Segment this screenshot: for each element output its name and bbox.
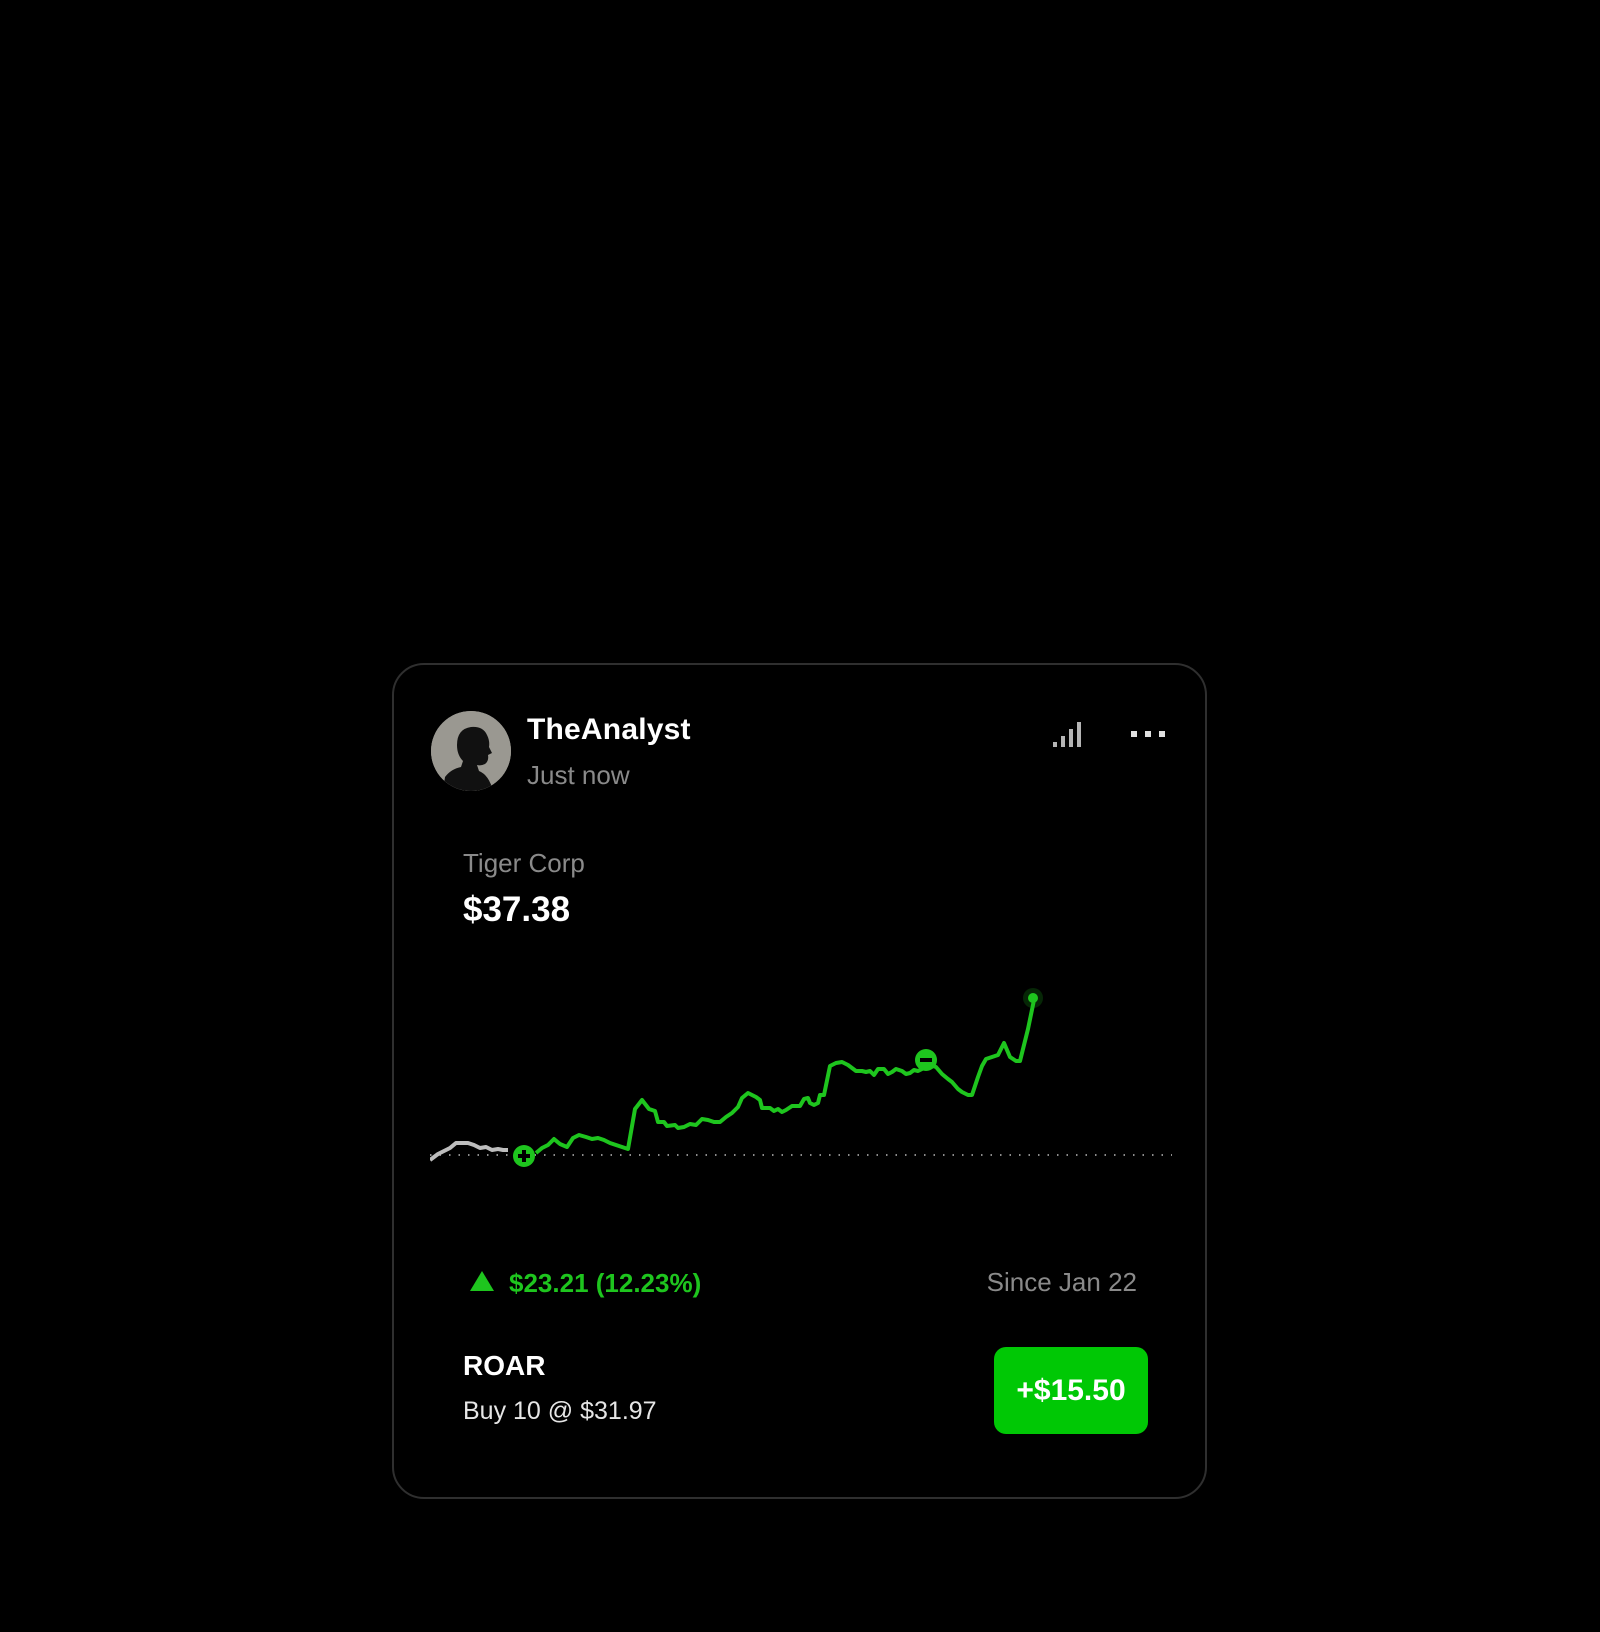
- price-chart: [428, 985, 1172, 1175]
- price-change-value: $23.21 (12.23%): [509, 1267, 702, 1298]
- gain-button[interactable]: +$15.50: [994, 1347, 1148, 1434]
- ticker-symbol[interactable]: ROAR: [463, 1350, 545, 1382]
- trade-post-card: TheAnalyst Just now Tiger Corp $37.38 $2…: [392, 663, 1207, 1499]
- company-name: Tiger Corp: [463, 848, 585, 878]
- buy-marker-plus-icon: [513, 1145, 535, 1167]
- post-timestamp: Just now: [527, 760, 630, 790]
- order-details: Buy 10 @ $31.97: [463, 1397, 657, 1425]
- current-price-dot: [1023, 988, 1043, 1008]
- pre-entry-price-line: [428, 1141, 508, 1162]
- price-change-row: $23.21 (12.23%): [469, 1263, 701, 1303]
- more-dots-icon[interactable]: [1127, 719, 1169, 749]
- user-silhouette-avatar: [431, 711, 511, 791]
- post-entry-price-line: [534, 999, 1036, 1155]
- author-name[interactable]: TheAnalyst: [527, 713, 691, 747]
- sell-marker-minus-icon: [915, 1049, 937, 1071]
- author-avatar[interactable]: [431, 711, 511, 791]
- current-price: $37.38: [463, 890, 571, 929]
- since-date: Since Jan 22: [986, 1267, 1137, 1297]
- up-triangle-icon: [469, 1270, 495, 1297]
- signal-bars-icon[interactable]: [1051, 720, 1083, 748]
